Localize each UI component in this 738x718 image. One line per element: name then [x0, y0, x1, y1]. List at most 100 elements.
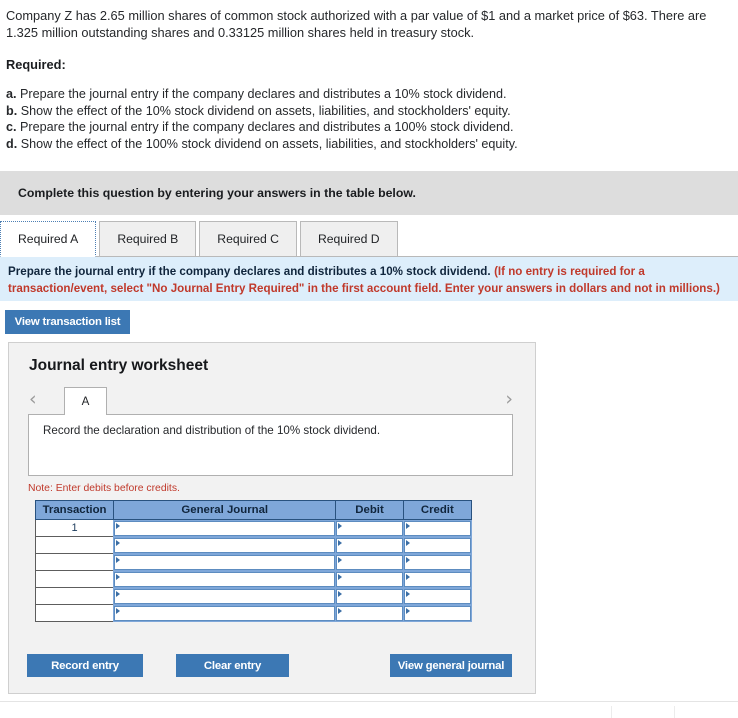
debit-input-row-5[interactable] [335, 587, 404, 605]
debit-input-row-4[interactable] [335, 570, 404, 588]
view-general-journal-button[interactable]: View general journal [390, 654, 512, 677]
worksheet-description-box: Record the declaration and distribution … [28, 414, 513, 476]
credit-input-row-5[interactable] [402, 587, 473, 605]
required-list: a. Prepare the journal entry if the comp… [0, 86, 738, 152]
chevron-left-icon[interactable]: ‹ [29, 388, 37, 410]
cut-off-table-cell [548, 706, 611, 718]
required-item-a: a. Prepare the journal entry if the comp… [6, 86, 738, 103]
account-field-row-5[interactable] [113, 587, 337, 605]
credit-input-row-4[interactable] [402, 570, 473, 588]
credit-input-row-1[interactable] [402, 519, 473, 537]
column-header-transaction: Transaction [34, 500, 115, 520]
transaction-number-6 [34, 604, 115, 622]
transaction-number-4 [34, 570, 115, 588]
chevron-right-icon[interactable]: › [505, 388, 513, 410]
transaction-number-2 [34, 536, 115, 554]
complete-question-banner: Complete this question by entering your … [0, 171, 738, 215]
credit-field-row-6[interactable] [402, 604, 473, 622]
debit-input-row-3[interactable] [335, 553, 404, 571]
table-row [34, 604, 473, 622]
requirement-instruction-bar: Prepare the journal entry if the company… [0, 257, 738, 301]
debit-field-row-5[interactable] [335, 587, 404, 605]
tab-required-a-label: Required A [18, 232, 79, 246]
debit-input-row-2[interactable] [335, 536, 404, 554]
debit-input-row-6[interactable] [335, 604, 404, 622]
tab-required-c-label: Required C [217, 232, 279, 246]
tab-required-b-label: Required B [117, 232, 179, 246]
requirement-instruction-primary: Prepare the journal entry if the company… [8, 265, 491, 278]
tab-required-d-label: Required D [317, 232, 380, 246]
transaction-number-3 [34, 553, 115, 571]
tab-required-b[interactable]: Required B [99, 221, 197, 256]
debit-field-row-1[interactable] [335, 519, 404, 537]
tab-required-c[interactable]: Required C [199, 221, 297, 256]
account-field-row-2[interactable] [113, 536, 337, 554]
account-dropdown-row-6[interactable] [113, 604, 337, 622]
table-row [34, 536, 473, 554]
required-heading: Required: [6, 57, 66, 72]
account-dropdown-row-2[interactable] [113, 536, 337, 554]
tab-required-a[interactable]: Required A [0, 221, 97, 257]
credit-input-row-6[interactable] [402, 604, 473, 622]
cut-off-table-fragment [548, 706, 738, 718]
required-item-b-text: Show the effect of the 10% stock dividen… [20, 103, 511, 118]
table-row: 1 [34, 519, 473, 537]
journal-entry-table: Transaction General Journal Debit Credit… [34, 500, 473, 622]
worksheet-subtab-a[interactable]: A [64, 387, 107, 415]
debit-field-row-4[interactable] [335, 570, 404, 588]
required-item-c-text: Prepare the journal entry if the company… [20, 120, 514, 134]
cut-off-table-cell [610, 706, 675, 718]
account-field-row-6[interactable] [113, 604, 337, 622]
required-item-c-letter: c. [6, 120, 17, 134]
credit-field-row-2[interactable] [402, 536, 473, 554]
account-dropdown-row-4[interactable] [113, 570, 337, 588]
required-item-d-letter: d. [6, 136, 18, 151]
worksheet-nav-row: ‹ A › [9, 387, 535, 415]
worksheet-note: Note: Enter debits before credits. [28, 483, 180, 494]
required-tabstrip: Required A Required B Required C Require… [0, 221, 738, 257]
account-dropdown-row-1[interactable] [113, 519, 337, 537]
required-item-a-letter: a. [6, 87, 17, 101]
table-row [34, 587, 473, 605]
account-dropdown-row-5[interactable] [113, 587, 337, 605]
account-dropdown-row-3[interactable] [113, 553, 337, 571]
credit-field-row-1[interactable] [402, 519, 473, 537]
debit-field-row-6[interactable] [335, 604, 404, 622]
transaction-number-1: 1 [34, 519, 115, 537]
table-row [34, 570, 473, 588]
required-item-b: b. Show the effect of the 10% stock divi… [6, 103, 738, 120]
credit-field-row-4[interactable] [402, 570, 473, 588]
debit-input-row-1[interactable] [335, 519, 404, 537]
journal-table-header-row: Transaction General Journal Debit Credit [34, 500, 473, 520]
view-transaction-list-button[interactable]: View transaction list [5, 310, 130, 334]
table-row [34, 553, 473, 571]
column-header-debit: Debit [335, 500, 404, 520]
tab-required-d[interactable]: Required D [299, 221, 398, 256]
page-divider [0, 701, 738, 702]
account-field-row-4[interactable] [113, 570, 337, 588]
required-item-a-text: Prepare the journal entry if the company… [20, 87, 507, 101]
clear-entry-button[interactable]: Clear entry [176, 654, 289, 677]
column-header-credit: Credit [402, 500, 473, 520]
record-entry-button[interactable]: Record entry [27, 654, 143, 677]
account-field-row-3[interactable] [113, 553, 337, 571]
required-item-d: d. Show the effect of the 100% stock div… [6, 136, 738, 153]
column-header-general-journal: General Journal [113, 500, 337, 520]
credit-field-row-5[interactable] [402, 587, 473, 605]
credit-input-row-2[interactable] [402, 536, 473, 554]
credit-input-row-3[interactable] [402, 553, 473, 571]
complete-question-banner-text: Complete this question by entering your … [18, 186, 416, 200]
account-field-row-1[interactable] [113, 519, 337, 537]
question-stem: Company Z has 2.65 million shares of com… [6, 8, 707, 40]
credit-field-row-3[interactable] [402, 553, 473, 571]
required-item-b-letter: b. [6, 103, 18, 118]
required-item-d-text: Show the effect of the 100% stock divide… [20, 136, 518, 151]
transaction-number-5 [34, 587, 115, 605]
worksheet-title: Journal entry worksheet [29, 357, 209, 374]
worksheet-description-text: Record the declaration and distribution … [43, 424, 381, 437]
required-item-c: c. Prepare the journal entry if the comp… [6, 119, 738, 136]
worksheet-subtab-a-label: A [81, 395, 90, 408]
debit-field-row-2[interactable] [335, 536, 404, 554]
debit-field-row-3[interactable] [335, 553, 404, 571]
journal-entry-worksheet-panel: Journal entry worksheet ‹ A › Record the… [8, 342, 536, 694]
